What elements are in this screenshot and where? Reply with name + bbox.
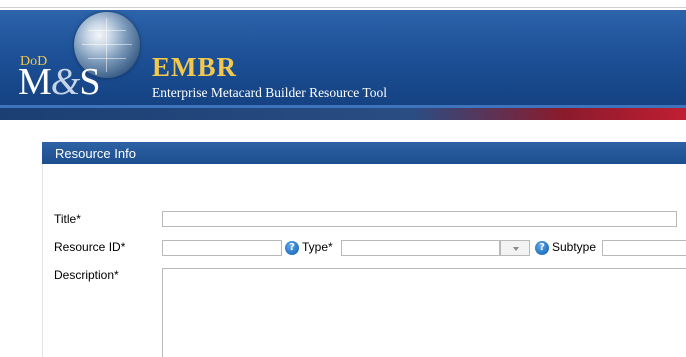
top-rule	[0, 0, 686, 8]
resource-id-help-icon[interactable]: ?	[285, 241, 299, 255]
banner-stripe	[0, 108, 686, 120]
subtype-label: Subtype	[552, 240, 597, 254]
resource-id-label: Resource ID*	[54, 240, 126, 254]
header-banner: DoD M&S EMBR Enterprise Metacard Builder…	[0, 10, 686, 120]
title-label: Title*	[54, 212, 81, 226]
type-dropdown-button[interactable]	[500, 240, 530, 256]
title-input[interactable]	[162, 211, 677, 227]
resource-info-header: Resource Info	[42, 142, 686, 164]
app-subtitle: Enterprise Metacard Builder Resource Too…	[152, 85, 387, 100]
logo-ms-text: M&S	[18, 61, 101, 103]
type-label: Type*	[302, 240, 333, 254]
subtype-input[interactable]	[602, 240, 686, 256]
dod-ms-logo: DoD M&S	[6, 10, 146, 102]
description-textarea[interactable]	[162, 268, 686, 357]
type-select[interactable]	[341, 240, 500, 256]
resource-id-input[interactable]	[162, 240, 282, 256]
type-help-icon[interactable]: ?	[535, 241, 549, 255]
app-title: EMBR	[152, 52, 237, 82]
panel-title: Resource Info	[55, 146, 136, 161]
description-label: Description*	[54, 268, 119, 282]
chevron-down-icon	[513, 247, 519, 251]
